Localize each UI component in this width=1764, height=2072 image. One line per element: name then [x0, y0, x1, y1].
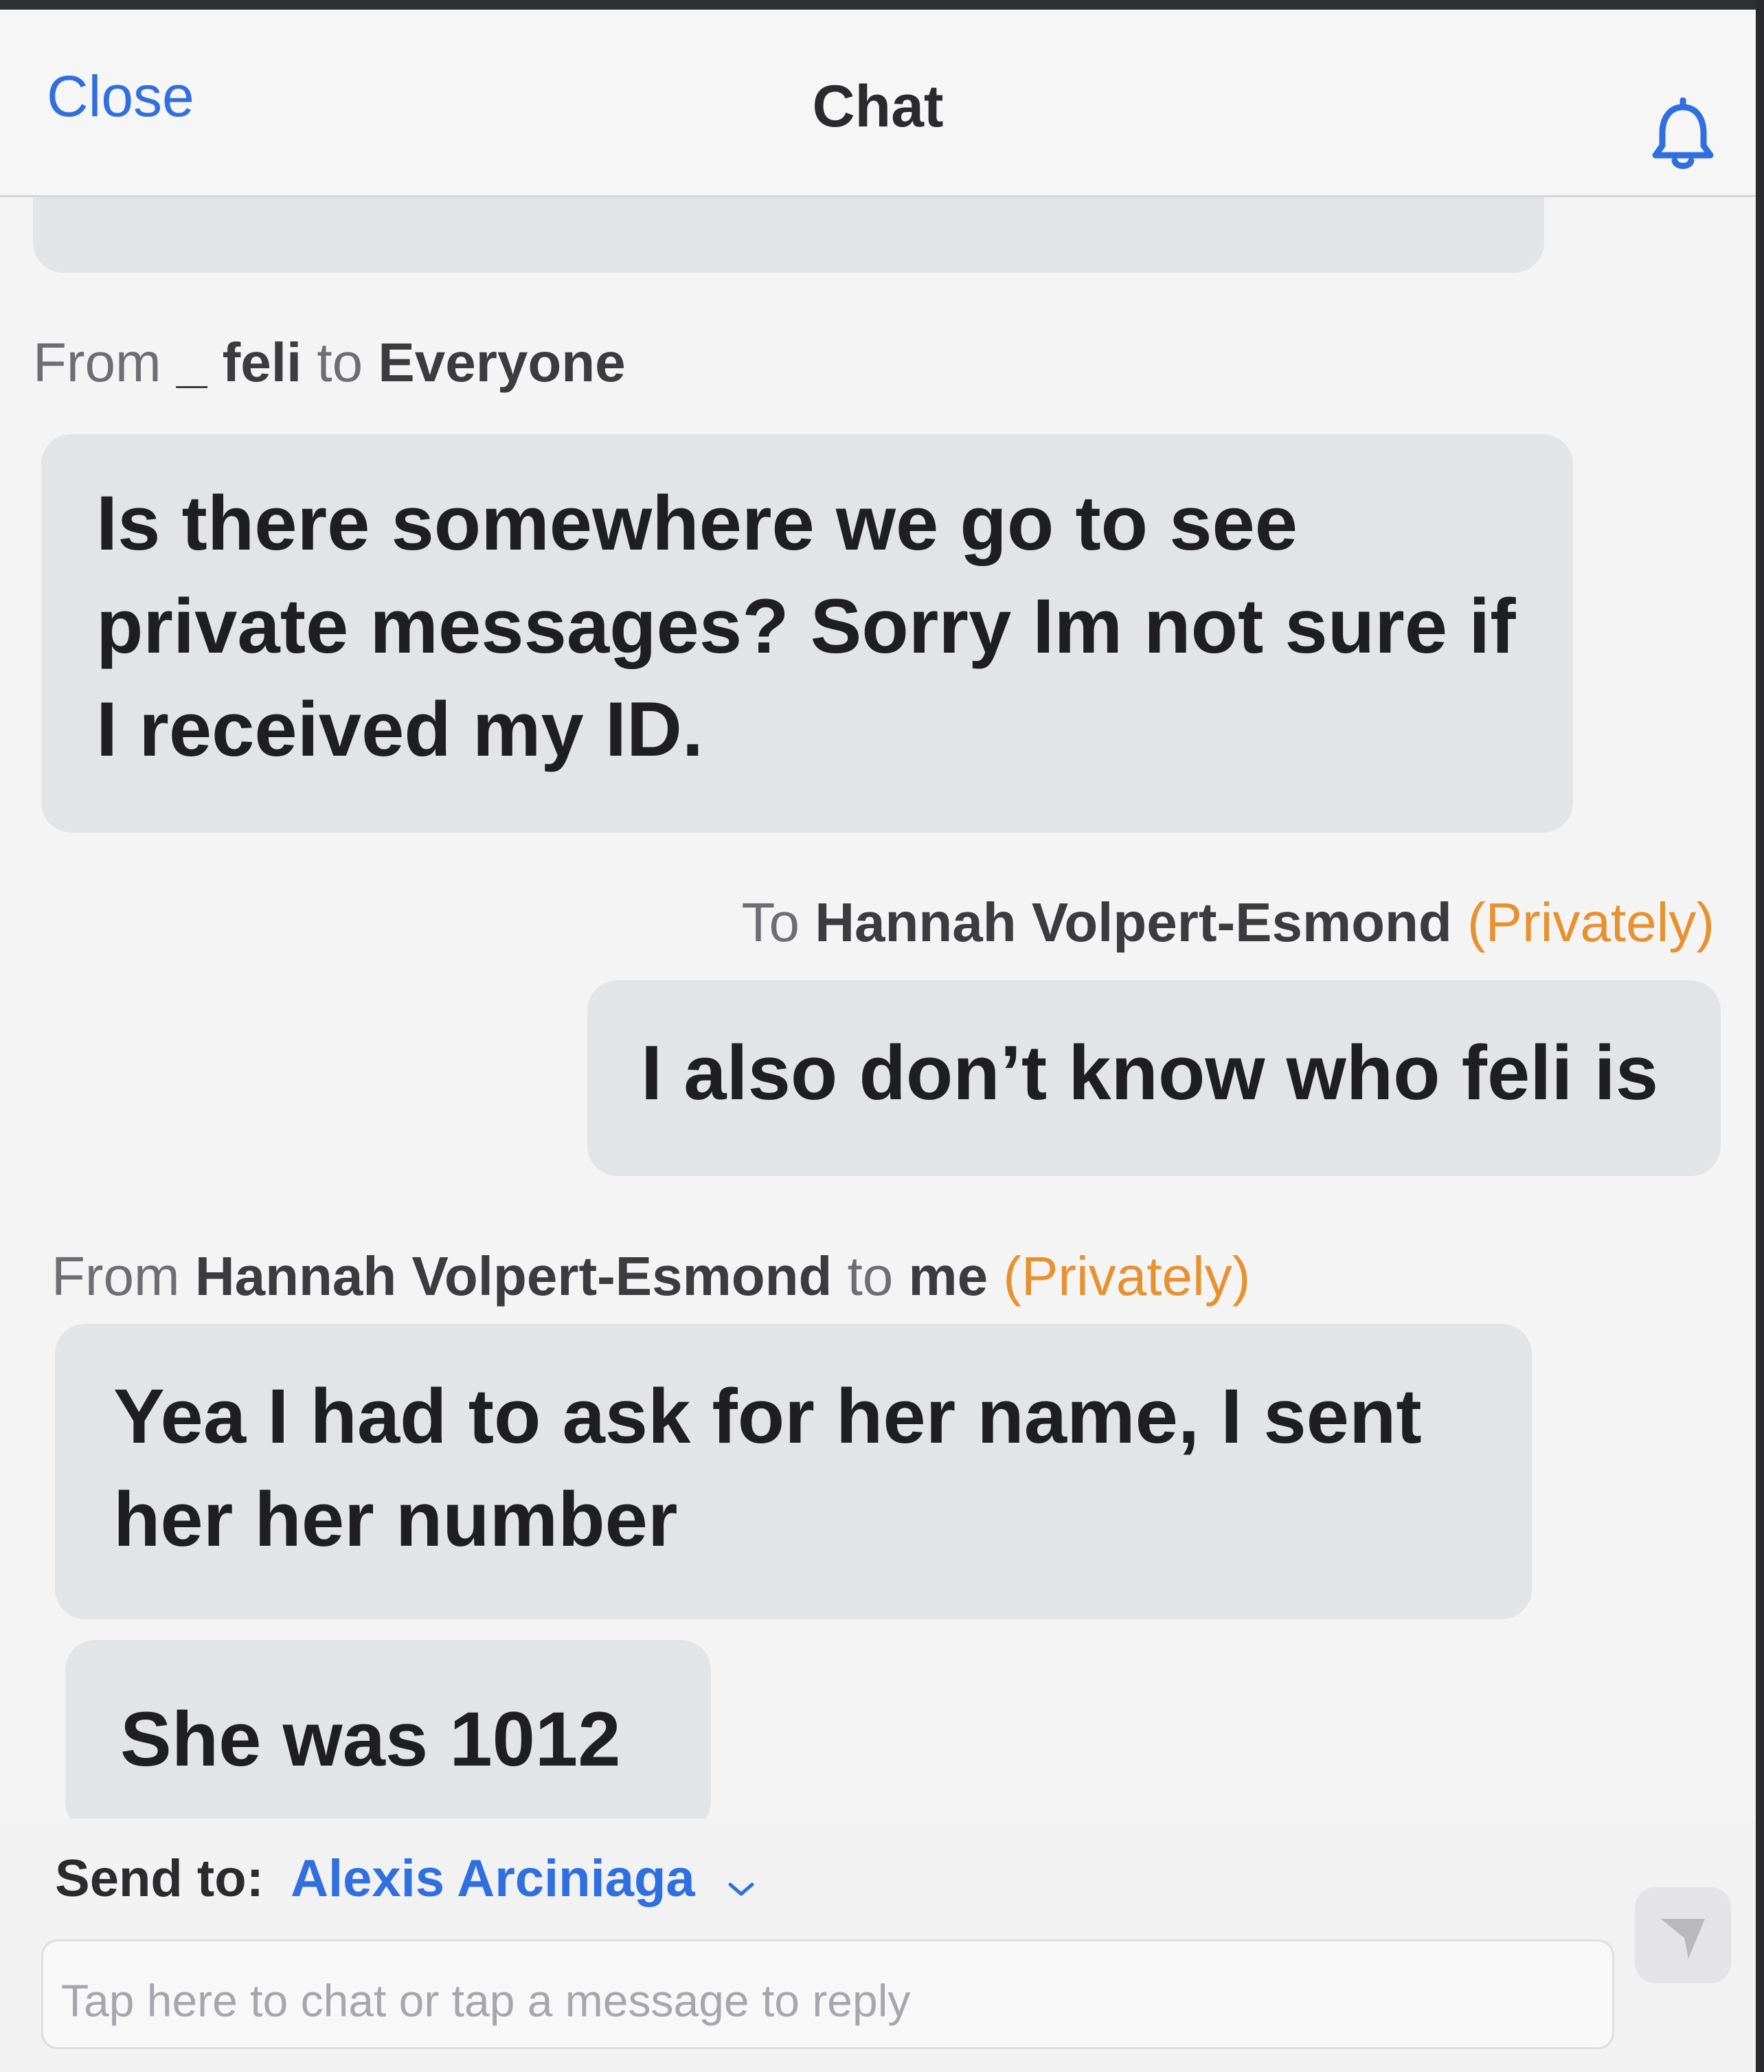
message-text: She was 1012: [120, 1696, 621, 1782]
bell-icon[interactable]: [1649, 97, 1717, 173]
message-text: Yea I had to ask for her name, I sent he…: [113, 1373, 1422, 1562]
meta-recipient: Hannah Volpert-Esmond: [815, 892, 1452, 953]
meta-prefix: From: [52, 1246, 180, 1307]
chat-header: Close Chat: [0, 10, 1756, 197]
message-bubble[interactable]: I also don’t know who feli is: [587, 980, 1721, 1176]
meta-privacy: (Privately): [1467, 892, 1715, 953]
window-top-edge: [0, 0, 1764, 10]
message-meta: From _ feli to Everyone: [33, 331, 626, 394]
send-button[interactable]: [1635, 1887, 1731, 1983]
message-bubble[interactable]: Is there somewhere we go to see private …: [41, 434, 1573, 833]
chat-screen: Close Chat From _ feli to Everyone Is th…: [0, 0, 1764, 2072]
meta-sender: _ feli: [176, 332, 302, 393]
meta-connector: to: [847, 1246, 894, 1307]
meta-sender: Hannah Volpert-Esmond: [194, 1246, 833, 1307]
meta-recipient: me: [908, 1246, 988, 1307]
meta-prefix: To: [741, 892, 800, 953]
chat-footer: Send to: Alexis Arciniaga: [0, 1818, 1756, 2072]
message-bubble[interactable]: Yea I had to ask for her name, I sent he…: [55, 1324, 1532, 1619]
meta-prefix: From: [33, 332, 161, 393]
chat-messages: From _ feli to Everyone Is there somewhe…: [0, 197, 1756, 1818]
chevron-down-icon[interactable]: [726, 1852, 756, 1912]
message-text: I also don’t know who feli is: [641, 1030, 1658, 1116]
meta-privacy: (Privately): [1003, 1246, 1251, 1307]
chat-input[interactable]: [60, 1969, 1574, 2032]
send-to-row: Send to: Alexis Arciniaga: [55, 1849, 756, 1912]
chat-input-box[interactable]: [41, 1939, 1614, 2049]
message-bubble[interactable]: She was 1012: [65, 1640, 711, 1818]
meta-recipient: Everyone: [378, 332, 626, 393]
send-to-label: Send to:: [55, 1849, 264, 1908]
send-icon: [1661, 1919, 1705, 1959]
message-meta: From Hannah Volpert-Esmond to me (Privat…: [52, 1245, 1250, 1308]
page-title: Chat: [812, 74, 944, 139]
meta-connector: to: [317, 332, 363, 393]
message-text: Is there somewhere we go to see private …: [96, 480, 1516, 772]
send-to-recipient-select[interactable]: Alexis Arciniaga: [291, 1849, 695, 1908]
window-right-edge: [1756, 0, 1764, 2072]
previous-message-bubble[interactable]: [33, 197, 1544, 273]
message-meta: To Hannah Volpert-Esmond (Privately): [742, 891, 1715, 954]
